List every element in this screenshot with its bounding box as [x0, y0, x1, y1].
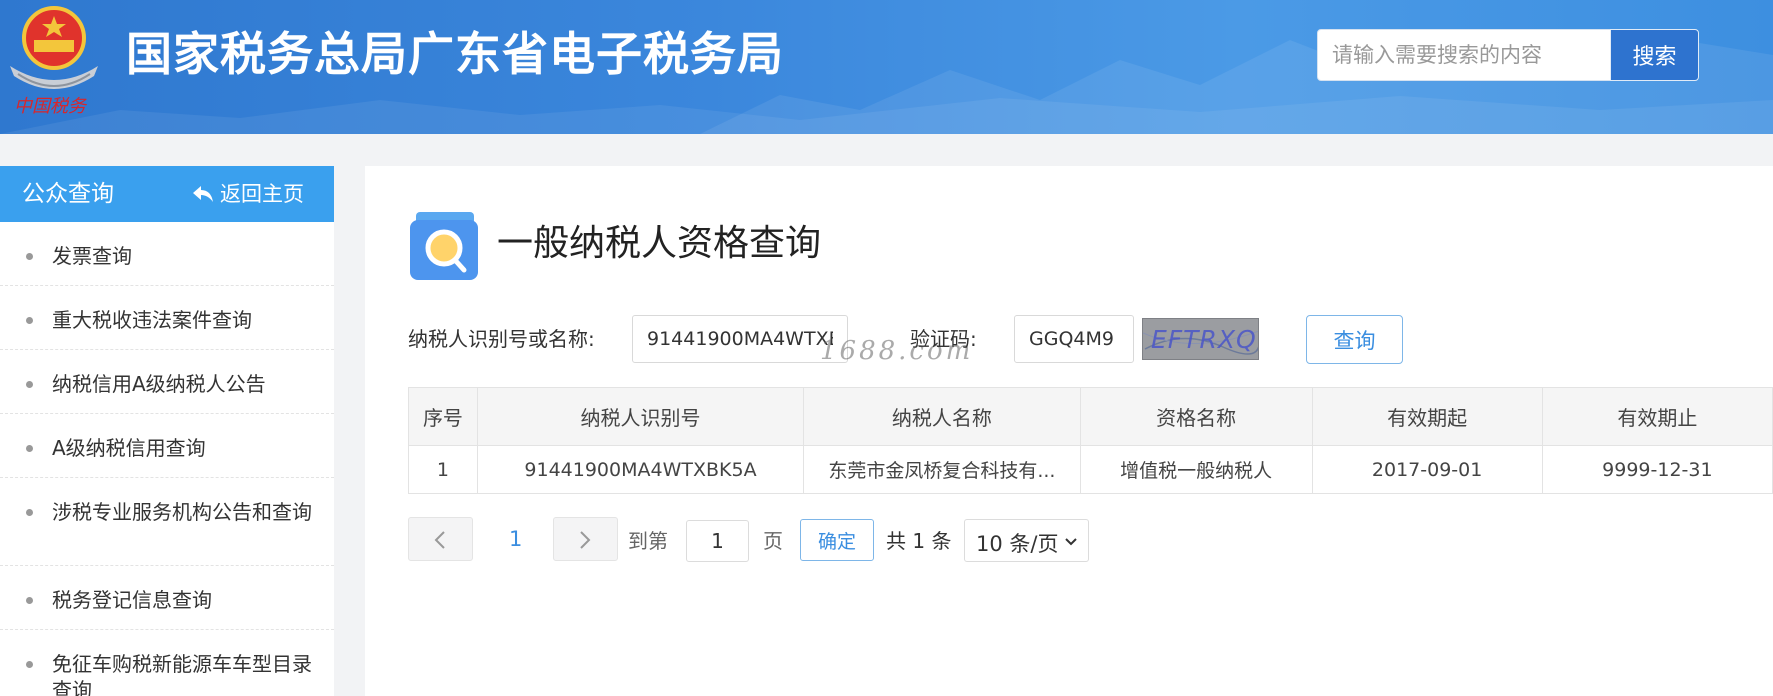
column-header-qualification: 资格名称	[1079, 387, 1313, 446]
table-header-row: 序号 纳税人识别号 纳税人名称 资格名称 有效期起 有效期止	[408, 387, 1773, 446]
next-page-button[interactable]	[553, 517, 618, 561]
sidebar-item-tax-registration-query[interactable]: 税务登记信息查询	[0, 566, 334, 630]
sidebar-item-invoice-query[interactable]: 发票查询	[0, 222, 334, 286]
sidebar-item-label: 重大税收违法案件查询	[52, 308, 252, 332]
results-table: 序号 纳税人识别号 纳税人名称 资格名称 有效期起 有效期止 1 9144190…	[408, 387, 1773, 494]
search-button[interactable]: 搜索	[1610, 29, 1699, 81]
goto-confirm-button[interactable]: 确定	[800, 519, 874, 561]
total-count-text: 共 1 条	[886, 529, 952, 553]
emblem-caption: 中国税务	[14, 96, 86, 117]
page-unit-label: 页	[763, 529, 783, 553]
sidebar-item-new-energy-vehicle-catalog[interactable]: 免征车购税新能源车车型目录查询	[0, 630, 334, 696]
column-header-valid-until: 有效期止	[1541, 387, 1773, 446]
chevron-down-icon	[1065, 538, 1077, 546]
sidebar-item-a-level-credit-query[interactable]: A级纳税信用查询	[0, 414, 334, 478]
table-row: 1 91441900MA4WTXBK5A 东莞市金凤桥复合科技有... 增值税一…	[408, 445, 1773, 494]
cell-taxpayer-name: 东莞市金凤桥复合科技有...	[803, 445, 1081, 494]
sidebar-item-label: 发票查询	[52, 244, 132, 268]
sidebar-header: 公众查询 返回主页	[0, 166, 334, 222]
reply-arrow-icon	[193, 186, 213, 202]
sidebar-menu: 发票查询 重大税收违法案件查询 纳税信用A级纳税人公告 A级纳税信用查询 涉税专…	[0, 222, 334, 696]
sidebar-item-label: A级纳税信用查询	[52, 436, 206, 460]
cell-valid-until: 9999-12-31	[1541, 445, 1773, 494]
prev-page-button[interactable]	[408, 517, 473, 561]
captcha-label: 验证码:	[910, 327, 977, 351]
column-header-taxpayer-id: 纳税人识别号	[476, 387, 805, 446]
column-header-valid-from: 有效期起	[1311, 387, 1543, 446]
cell-valid-from: 2017-09-01	[1311, 445, 1543, 494]
captcha-image-text: EFTRXQ	[1151, 325, 1257, 354]
search-document-icon	[410, 212, 478, 280]
cell-index: 1	[408, 445, 478, 494]
site-title: 国家税务总局广东省电子税务局	[126, 27, 784, 81]
main-panel: 一般纳税人资格查询 纳税人识别号或名称: 1688.com 验证码: EFTRX…	[365, 166, 1773, 696]
captcha-image[interactable]: EFTRXQ	[1142, 318, 1259, 360]
sidebar-item-label: 涉税专业服务机构公告和查询	[52, 500, 312, 524]
chevron-right-icon	[580, 531, 591, 549]
site-header: 中国税务 国家税务总局广东省电子税务局 搜索	[0, 0, 1773, 134]
page-number-current[interactable]: 1	[509, 526, 522, 552]
back-home-link[interactable]: 返回主页	[192, 180, 304, 208]
search-input[interactable]	[1317, 29, 1611, 81]
page-size-select[interactable]: 10 条/页	[964, 519, 1089, 562]
page-size-value: 10 条/页	[976, 532, 1059, 556]
column-header-index: 序号	[408, 387, 478, 446]
goto-page-label: 到第	[628, 529, 668, 553]
sidebar-title: 公众查询	[22, 181, 114, 207]
goto-page-input[interactable]	[686, 520, 749, 562]
sidebar-item-label: 纳税信用A级纳税人公告	[52, 372, 266, 396]
sidebar: 公众查询 返回主页 发票查询 重大税收违法案件查询 纳税信用A级纳税人公告 A级…	[0, 166, 334, 696]
page-title: 一般纳税人资格查询	[497, 223, 822, 264]
sidebar-item-a-level-announcement[interactable]: 纳税信用A级纳税人公告	[0, 350, 334, 414]
sidebar-item-label: 免征车购税新能源车车型目录查询	[52, 652, 312, 696]
column-header-taxpayer-name: 纳税人名称	[803, 387, 1081, 446]
cell-qualification: 增值税一般纳税人	[1079, 445, 1313, 494]
sidebar-item-tax-violation-query[interactable]: 重大税收违法案件查询	[0, 286, 334, 350]
query-button[interactable]: 查询	[1306, 315, 1403, 364]
sidebar-item-tax-service-agency[interactable]: 涉税专业服务机构公告和查询	[0, 478, 334, 566]
taxpayer-id-input[interactable]	[632, 315, 848, 363]
taxpayer-id-label: 纳税人识别号或名称:	[408, 327, 595, 351]
captcha-input[interactable]	[1014, 315, 1134, 363]
back-home-label: 返回主页	[220, 182, 304, 206]
chevron-left-icon	[434, 531, 445, 549]
sidebar-item-label: 税务登记信息查询	[52, 588, 212, 612]
cell-taxpayer-id: 91441900MA4WTXBK5A	[476, 445, 805, 494]
